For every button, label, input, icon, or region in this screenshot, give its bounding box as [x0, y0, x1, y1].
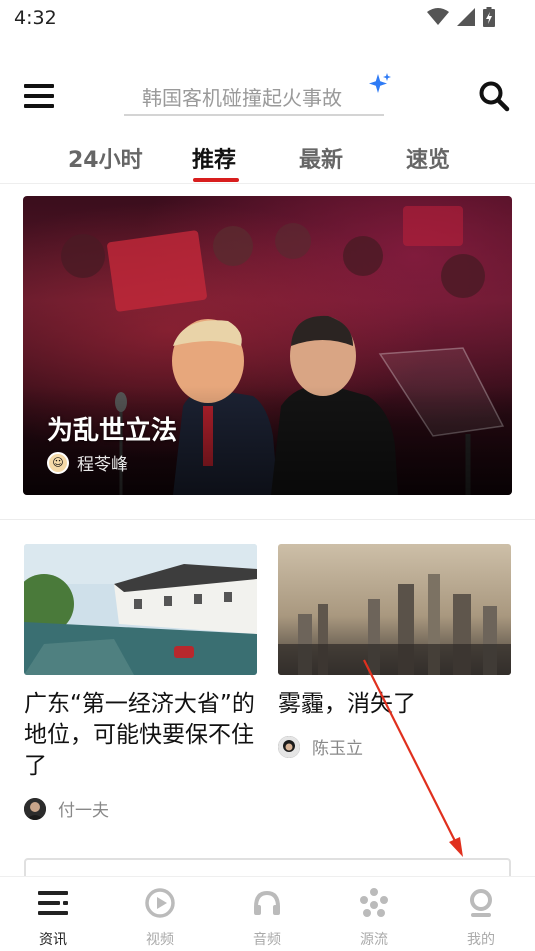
tab-24h[interactable]: 24小时	[68, 142, 143, 174]
hero-author: ☺ 程苓峰	[47, 450, 128, 475]
source-dots-icon	[360, 888, 388, 917]
search-button[interactable]	[478, 80, 512, 114]
top-header: 韩国客机碰撞起火事故	[0, 62, 535, 124]
article-card-haze[interactable]: 雾霾，消失了 陈玉立	[278, 544, 511, 759]
search-placeholder: 韩国客机碰撞起火事故	[142, 86, 342, 110]
bottom-navigation: 资讯 视频 音频 源流 我的	[0, 876, 535, 951]
status-bar: 4:32	[0, 0, 535, 38]
author-avatar	[24, 797, 46, 820]
tab-quick-view[interactable]: 速览	[406, 142, 450, 174]
status-icons	[427, 7, 495, 27]
wifi-icon	[427, 8, 449, 25]
active-tab-indicator	[193, 178, 239, 182]
tab-recommended[interactable]: 推荐	[192, 142, 236, 174]
nav-source[interactable]: 源流	[334, 885, 414, 949]
nav-audio-label: 音频	[253, 932, 281, 948]
nav-audio[interactable]: 音频	[227, 885, 307, 949]
app-screen: 4:32 韩国客机碰撞起火事故 24小时 推荐 最新 速览 为乱世立法 ☺ 程苓…	[0, 0, 535, 951]
nav-video[interactable]: 视频	[120, 885, 200, 949]
ai-sparkle-icon	[369, 73, 391, 93]
search-icon	[479, 81, 510, 112]
headphones-icon	[254, 890, 280, 915]
nav-news-label: 资讯	[39, 932, 67, 948]
hero-author-name: 程苓峰	[77, 455, 128, 475]
article-thumbnail-city-haze	[278, 544, 511, 675]
article-card-guangdong[interactable]: 广东“第一经济大省”的地位，可能快要保不住了 付一夫	[24, 544, 257, 821]
hero-article-card[interactable]: 为乱世立法 ☺ 程苓峰	[23, 196, 512, 495]
hero-author-avatar: ☺	[47, 451, 69, 474]
signal-icon	[457, 8, 475, 26]
status-time: 4:32	[14, 7, 57, 29]
tab-latest[interactable]: 最新	[299, 142, 343, 174]
video-play-icon	[145, 888, 175, 918]
nav-news[interactable]: 资讯	[13, 885, 93, 949]
nav-source-label: 源流	[360, 932, 388, 948]
section-divider	[0, 519, 535, 520]
article-thumbnail-water-town	[24, 544, 257, 675]
channel-tabs: 24小时 推荐 最新 速览	[0, 130, 535, 184]
profile-icon	[470, 889, 492, 917]
battery-icon	[483, 7, 495, 27]
article-author: 付一夫	[24, 796, 257, 821]
author-name: 付一夫	[58, 801, 109, 821]
menu-button[interactable]	[24, 82, 56, 110]
nav-profile-label: 我的	[467, 932, 495, 948]
author-avatar	[278, 735, 300, 758]
article-author: 陈玉立	[278, 734, 511, 759]
news-icon	[38, 891, 68, 915]
menu-icon	[24, 84, 54, 88]
nav-profile[interactable]: 我的	[441, 885, 521, 949]
author-name: 陈玉立	[312, 739, 363, 759]
article-title: 广东“第一经济大省”的地位，可能快要保不住了	[24, 691, 255, 779]
article-title: 雾霾，消失了	[278, 691, 416, 717]
search-input[interactable]: 韩国客机碰撞起火事故	[124, 70, 391, 116]
hero-title: 为乱世立法	[47, 416, 178, 446]
nav-video-label: 视频	[146, 932, 174, 948]
